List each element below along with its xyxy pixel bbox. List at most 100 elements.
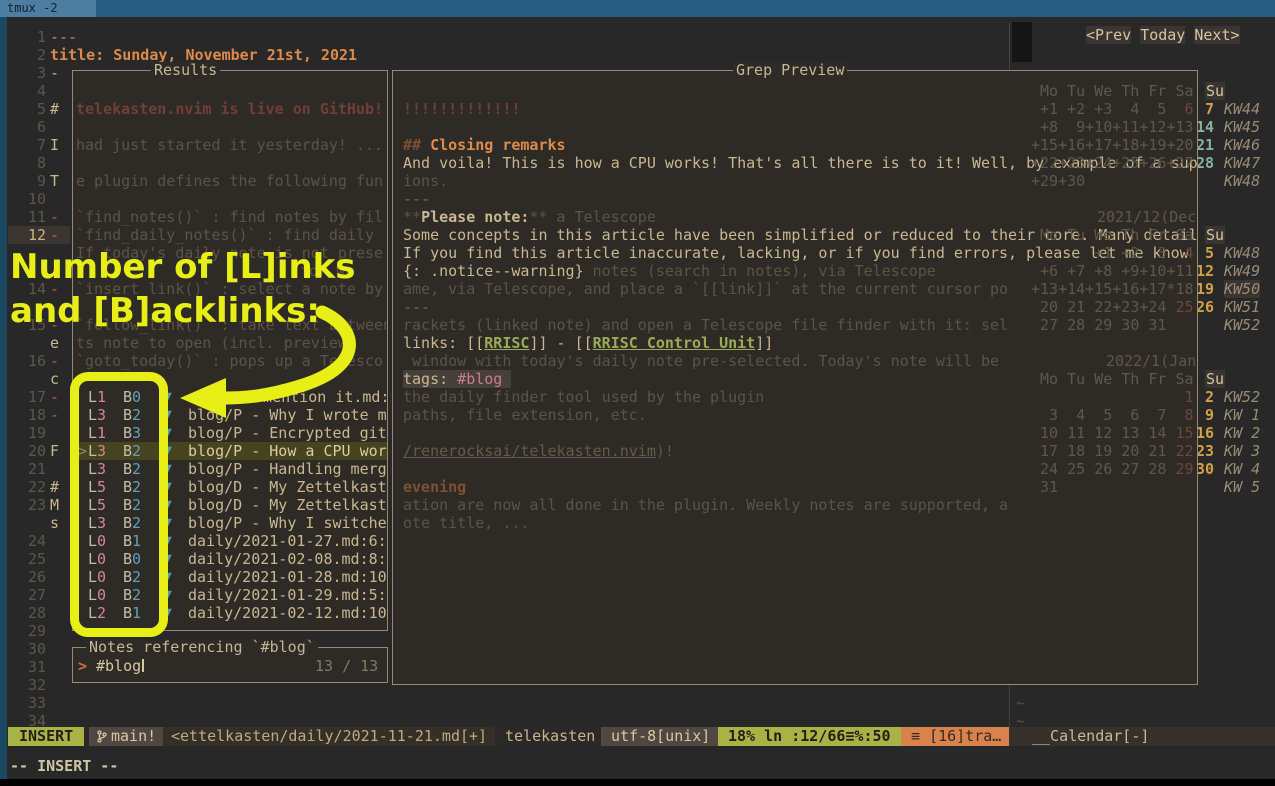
calendar-week-number: KW 4	[1224, 460, 1260, 478]
line-number: 31	[8, 658, 46, 676]
text-segment: M	[50, 496, 59, 514]
tmux-window-title[interactable]: tmux -2	[0, 0, 96, 17]
preview-line: ote title, ...	[403, 514, 529, 532]
text-segment: )!	[656, 442, 674, 460]
text-segment: I	[50, 136, 59, 154]
entry-title: daily/2021-01-28.md:10	[188, 568, 387, 586]
calendar-nav: <Prev Today Next>	[1086, 27, 1240, 44]
buffer-text: e	[50, 334, 59, 352]
prompt-sign: >	[78, 657, 87, 675]
text-segment	[1031, 388, 1185, 406]
preview-line: ---	[403, 190, 430, 208]
calendar-sunday-day[interactable]: 26	[1196, 298, 1214, 316]
buffer-text: T	[50, 172, 59, 190]
text-segment: window with today's daily note pre-selec…	[403, 352, 999, 370]
calendar-today-button[interactable]: Today	[1140, 26, 1185, 44]
text-segment: evening	[403, 478, 466, 496]
text-segment: paths, file extension, etc.	[403, 406, 647, 424]
calendar-week-number: KW45	[1224, 118, 1260, 136]
calendar-sunday-day[interactable]: 30	[1196, 460, 1214, 478]
text-segment: tags:	[403, 370, 457, 388]
calendar-sunday-day[interactable]: 9	[1196, 406, 1214, 424]
text-segment: +1 +2 3	[1031, 244, 1166, 262]
text-segment: 15	[1166, 424, 1193, 442]
terminal-border-bottom	[0, 779, 1275, 786]
calendar-week-number: KW49	[1224, 262, 1260, 280]
text-segment	[502, 370, 511, 388]
buffer-text: s	[50, 514, 59, 532]
dim-buffer-text: `find_notes()` : find notes by fil	[76, 208, 383, 226]
calendar-sunday-day[interactable]: 19	[1196, 280, 1214, 298]
entry-title: daily/2021-02-08.md:8:	[188, 550, 387, 568]
entry-title: blog/P - How a CPU wor	[188, 442, 387, 460]
calendar-week-number: KW51	[1224, 298, 1260, 316]
calendar-dim-row: +1 +2 3 4	[1031, 244, 1194, 262]
text-segment: **	[529, 208, 547, 226]
calendar-sunday-day[interactable]: 5	[1196, 244, 1214, 262]
text-segment: #	[50, 478, 59, 496]
line-number: 3	[8, 64, 46, 82]
result-count: 13 / 13	[315, 657, 378, 675]
calendar-dim-row: +29+30	[1031, 172, 1085, 190]
calendar-dim-row: 10 11 12 13 14 15	[1031, 424, 1194, 442]
calendar-dim-row: 27 28 29 30 31	[1031, 316, 1166, 334]
calendar-week-number: KW47	[1224, 154, 1260, 172]
text-segment: 2021/12(Dec	[1097, 208, 1196, 226]
calendar-dim-row: Mo Tu We Th Fr Sa	[1040, 370, 1194, 388]
calendar-sunday-day[interactable]: 12	[1196, 262, 1214, 280]
text-cursor	[142, 659, 144, 672]
preview-line: **Please note:** a Telescope	[403, 208, 656, 226]
annotation-text-line2: and [B]acklinks:	[10, 290, 320, 332]
line-number: 17	[8, 388, 46, 406]
calendar-sunday-header: Su	[1205, 82, 1225, 100]
text-segment: Mo Tu We Th Fr Sa	[1040, 226, 1194, 244]
calendar-sunday-day[interactable]: 16	[1196, 424, 1214, 442]
calendar-sunday-day[interactable]: 23	[1196, 442, 1214, 460]
search-input[interactable]: #blog	[96, 657, 141, 675]
calendar-sunday-header: Su	[1205, 370, 1225, 388]
calendar-prev-button[interactable]: <Prev	[1086, 26, 1131, 44]
calendar-dim-row: 31	[1031, 478, 1058, 496]
buffer-text: -	[50, 388, 59, 406]
calendar-sunday-day[interactable]: 21	[1196, 136, 1214, 154]
calendar-dim-row: +1 +2 +3 4 5 6	[1031, 100, 1194, 118]
tab-indicator[interactable]: ≡ [16]tra…	[901, 727, 1011, 746]
text-segment: ]] - [[	[529, 334, 592, 352]
line-number: 10	[8, 190, 46, 208]
calendar-sunday-day[interactable]: 7	[1196, 100, 1214, 118]
encoding-indicator: utf-8[unix]	[601, 727, 720, 746]
preview-line: ation are now all done in the plugin. We…	[403, 496, 1008, 514]
tmux-status-bar: tmux -2	[0, 0, 1275, 17]
calendar-sunday-day[interactable]: 28	[1196, 154, 1214, 172]
calendar-dim-row: 24 25 26 27 28 29	[1031, 460, 1194, 478]
text-segment: +29+30	[1031, 172, 1085, 190]
cursor-position-indicator: 18% ln :12/66≡%:50	[718, 727, 901, 746]
text-segment: +13+14+15+16+17*18	[1031, 280, 1194, 298]
calendar-week-number: KW50	[1224, 280, 1260, 298]
calendar-sunday-day[interactable]: 14	[1196, 118, 1214, 136]
preview-line: rackets (linked note) and open a Telesco…	[403, 316, 1008, 334]
preview-line: ## Closing remarks	[403, 136, 566, 154]
calendar-dim-row: +8 9+10+11+12+13	[1031, 118, 1194, 136]
calendar-dim-row: 2021/12(Dec	[1097, 208, 1196, 226]
text-segment: links: [[	[403, 334, 484, 352]
text-segment: RRISC Control Unit	[593, 334, 756, 352]
terminal-screen: tmux -2 1---2title: Sunday, November 21s…	[0, 0, 1275, 786]
line-number: 16	[8, 352, 46, 370]
calendar-sunday-day[interactable]: 2	[1196, 388, 1214, 406]
text-segment: ---	[403, 190, 430, 208]
text-segment: `find_notes()` : find notes by fil	[76, 208, 383, 226]
text-segment: 2022/1(Jan	[1106, 352, 1196, 370]
text-segment: `find_daily_notes()` : find daily	[76, 226, 374, 244]
preview-line: ions.	[403, 172, 448, 190]
calendar-next-button[interactable]: Next>	[1194, 26, 1239, 44]
text-segment: ---	[403, 298, 430, 316]
buffer-text: M	[50, 496, 59, 514]
dim-buffer-text: had just started it yesterday! ...	[76, 136, 383, 154]
calendar-week-number: KW48	[1224, 244, 1260, 262]
statusline: INSERT main! <ettelkasten/daily/2021-11-…	[0, 727, 1275, 746]
preview-line: paths, file extension, etc.	[403, 406, 647, 424]
calendar-week-number: KW 2	[1224, 424, 1260, 442]
text-segment: -	[50, 64, 59, 82]
line-number: 22	[8, 478, 46, 496]
